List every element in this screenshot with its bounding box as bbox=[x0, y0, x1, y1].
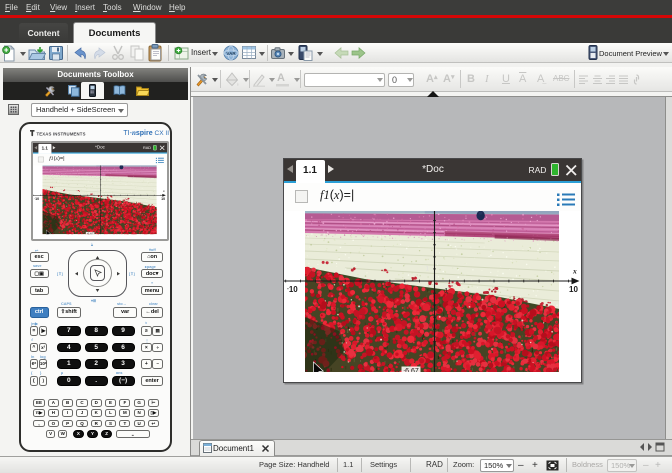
svg-text:1: 1 bbox=[445, 287, 449, 294]
svg-text:-6.67: -6.67 bbox=[87, 232, 94, 234]
svg-text:1: 1 bbox=[105, 197, 107, 201]
svg-text:1: 1 bbox=[426, 265, 430, 272]
svg-text:x: x bbox=[162, 189, 165, 193]
svg-text:-10: -10 bbox=[287, 285, 298, 294]
svg-text:-6.67: -6.67 bbox=[404, 367, 419, 372]
svg-text:10: 10 bbox=[161, 197, 165, 201]
svg-text:x: x bbox=[572, 266, 577, 275]
svg-text:-10: -10 bbox=[34, 197, 39, 201]
svg-text:TEXAS INSTRUMENTS: TEXAS INSTRUMENTS bbox=[37, 132, 86, 137]
svg-text:1: 1 bbox=[97, 188, 99, 192]
svg-text:VAR: VAR bbox=[226, 51, 236, 56]
svg-text:10: 10 bbox=[569, 285, 578, 294]
